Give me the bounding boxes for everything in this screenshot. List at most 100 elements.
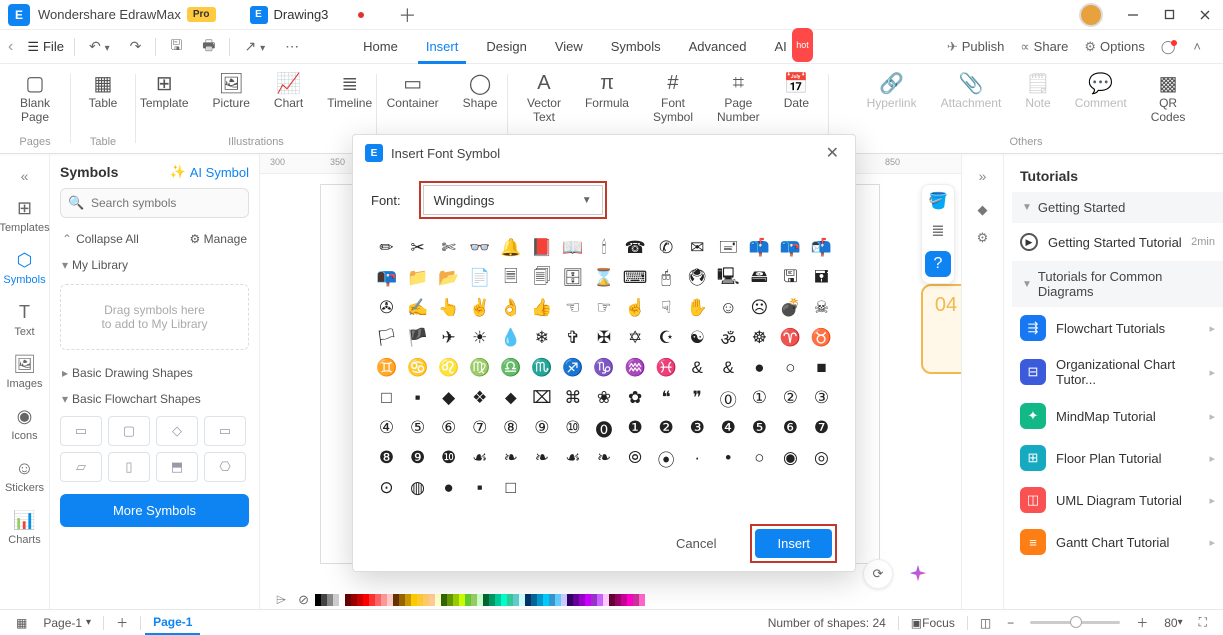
- shape-item[interactable]: ⎔: [204, 452, 246, 482]
- shape-item[interactable]: ▭: [204, 416, 246, 446]
- options-button[interactable]: ⚙Options: [1076, 39, 1152, 55]
- tutorial-floorplan[interactable]: ⊞Floor Plan Tutorial▸: [1012, 437, 1223, 479]
- fullscreen-button[interactable]: ⛶: [1191, 615, 1215, 630]
- chart-button[interactable]: 📈Chart: [262, 70, 315, 110]
- symbol-cell[interactable]: 📪: [775, 233, 806, 263]
- symbol-cell[interactable]: ॐ: [713, 323, 744, 353]
- symbol-cell[interactable]: ⑥: [433, 413, 464, 443]
- symbol-cell[interactable]: ✠: [588, 323, 619, 353]
- symbol-cell[interactable]: 👓: [464, 233, 495, 263]
- symbol-cell[interactable]: ⑧: [495, 413, 526, 443]
- basic-drawing-section[interactable]: ▸Basic Drawing Shapes: [60, 360, 249, 386]
- symbol-cell[interactable]: ❞: [682, 383, 713, 413]
- focus-button[interactable]: ▣ Focus: [903, 616, 963, 630]
- symbol-cell[interactable]: ▪: [402, 383, 433, 413]
- symbol-cell[interactable]: ❻: [775, 413, 806, 443]
- zoom-slider[interactable]: [1030, 621, 1120, 624]
- new-tab-button[interactable]: ＋: [398, 2, 416, 28]
- symbol-cell[interactable]: 🏴: [402, 323, 433, 353]
- symbol-cell[interactable]: ❶: [620, 413, 651, 443]
- symbol-cell[interactable]: ♌: [433, 353, 464, 383]
- tutorial-uml[interactable]: ◫UML Diagram Tutorial▸: [1012, 479, 1223, 521]
- shape-item[interactable]: ▢: [108, 416, 150, 446]
- tab-insert[interactable]: Insert: [412, 30, 473, 64]
- symbol-cell[interactable]: ☙: [557, 443, 588, 473]
- blank-page-button[interactable]: ▢Blank Page: [8, 70, 62, 124]
- symbol-cell[interactable]: ●: [744, 353, 775, 383]
- fit-view-button[interactable]: ◫: [972, 616, 999, 630]
- symbol-cell[interactable]: ❷: [651, 413, 682, 443]
- symbol-cell[interactable]: ◆: [433, 383, 464, 413]
- eyedropper-icon[interactable]: ⌲: [276, 592, 286, 608]
- shape-item[interactable]: ▱: [60, 452, 102, 482]
- zoom-value[interactable]: 80 ▾: [1156, 616, 1190, 630]
- symbol-cell[interactable]: 🖫: [775, 263, 806, 293]
- symbol-cell[interactable]: 🖃: [713, 233, 744, 263]
- symbol-cell[interactable]: ◎: [806, 443, 837, 473]
- basic-flowchart-section[interactable]: ▾Basic Flowchart Shapes: [60, 386, 249, 412]
- symbol-cell[interactable]: ❧: [588, 443, 619, 473]
- symbol-cell[interactable]: ④: [371, 413, 402, 443]
- notifications-button[interactable]: ◯: [1153, 39, 1186, 55]
- symbol-cell[interactable]: ❺: [744, 413, 775, 443]
- close-window-button[interactable]: [1187, 0, 1223, 30]
- shape-item[interactable]: ▯: [108, 452, 150, 482]
- minimize-button[interactable]: [1115, 0, 1151, 30]
- symbol-cell[interactable]: 🖬: [806, 263, 837, 293]
- rail-text[interactable]: TText: [0, 294, 49, 346]
- tutorial-gantt[interactable]: ≡Gantt Chart Tutorial▸: [1012, 521, 1223, 563]
- symbol-cell[interactable]: ☺: [713, 293, 744, 323]
- pages-view-button[interactable]: ▦: [8, 616, 35, 630]
- formula-button[interactable]: πFormula: [573, 70, 641, 124]
- symbol-cell[interactable]: ○: [775, 353, 806, 383]
- document-tab[interactable]: E Drawing3: [236, 0, 379, 30]
- symbol-cell[interactable]: ⓿: [588, 413, 619, 443]
- symbol-cell[interactable]: 💣: [775, 293, 806, 323]
- symbol-cell[interactable]: ●: [433, 473, 464, 503]
- vector-text-button[interactable]: AVector Text: [515, 70, 573, 124]
- symbol-cell[interactable]: ■: [806, 353, 837, 383]
- user-avatar[interactable]: [1079, 3, 1103, 27]
- more-symbols-button[interactable]: More Symbols: [60, 494, 249, 527]
- symbol-cell[interactable]: 📁: [402, 263, 433, 293]
- symbol-cell[interactable]: &: [682, 353, 713, 383]
- rail-templates[interactable]: ⊞Templates: [0, 190, 49, 242]
- symbol-cell[interactable]: ☯: [682, 323, 713, 353]
- symbol-cell[interactable]: □: [371, 383, 402, 413]
- tab-ai[interactable]: AIhot: [760, 30, 800, 64]
- symbol-cell[interactable]: ♏: [526, 353, 557, 383]
- symbol-cell[interactable]: 🖲: [682, 263, 713, 293]
- symbol-cell[interactable]: ⓪: [713, 383, 744, 413]
- symbol-cell[interactable]: ♊: [371, 353, 402, 383]
- page-tab-1[interactable]: Page-1: [145, 611, 200, 635]
- picture-button[interactable]: 🖼Picture: [201, 70, 262, 110]
- symbol-cell[interactable]: ▪: [464, 473, 495, 503]
- symbol-cell[interactable]: ❀: [588, 383, 619, 413]
- symbol-cell[interactable]: 🏳: [371, 323, 402, 353]
- symbol-cell[interactable]: ○: [744, 443, 775, 473]
- tab-symbols[interactable]: Symbols: [597, 30, 675, 64]
- symbol-cell[interactable]: ♋: [402, 353, 433, 383]
- section-getting-started[interactable]: ▼Getting Started: [1012, 192, 1223, 223]
- section-common-diagrams[interactable]: ▼Tutorials for Common Diagrams: [1012, 261, 1223, 307]
- no-color-icon[interactable]: ⊘: [298, 592, 309, 608]
- add-page-button[interactable]: ＋: [108, 614, 136, 631]
- collapse-all-button[interactable]: ⌃Collapse All: [62, 232, 139, 246]
- symbol-cell[interactable]: ③: [806, 383, 837, 413]
- symbol-cell[interactable]: ✈: [433, 323, 464, 353]
- symbol-cell[interactable]: ♑: [588, 353, 619, 383]
- symbol-cell[interactable]: &: [713, 353, 744, 383]
- symbol-cell[interactable]: 📫: [744, 233, 775, 263]
- export-button[interactable]: ↗ ▾: [234, 38, 275, 55]
- symbol-cell[interactable]: 📭: [371, 263, 402, 293]
- zoom-out-button[interactable]: −: [999, 616, 1022, 630]
- more-quick-button[interactable]: ⋯: [275, 38, 309, 55]
- shape-item[interactable]: ⬒: [156, 452, 198, 482]
- symbol-cell[interactable]: ✿: [620, 383, 651, 413]
- symbol-cell[interactable]: ♈: [775, 323, 806, 353]
- symbol-cell[interactable]: 💧: [495, 323, 526, 353]
- symbol-cell[interactable]: ☹: [744, 293, 775, 323]
- symbol-cell[interactable]: ☜: [557, 293, 588, 323]
- symbol-cell[interactable]: ⑤: [402, 413, 433, 443]
- help-icon[interactable]: ?: [925, 251, 951, 277]
